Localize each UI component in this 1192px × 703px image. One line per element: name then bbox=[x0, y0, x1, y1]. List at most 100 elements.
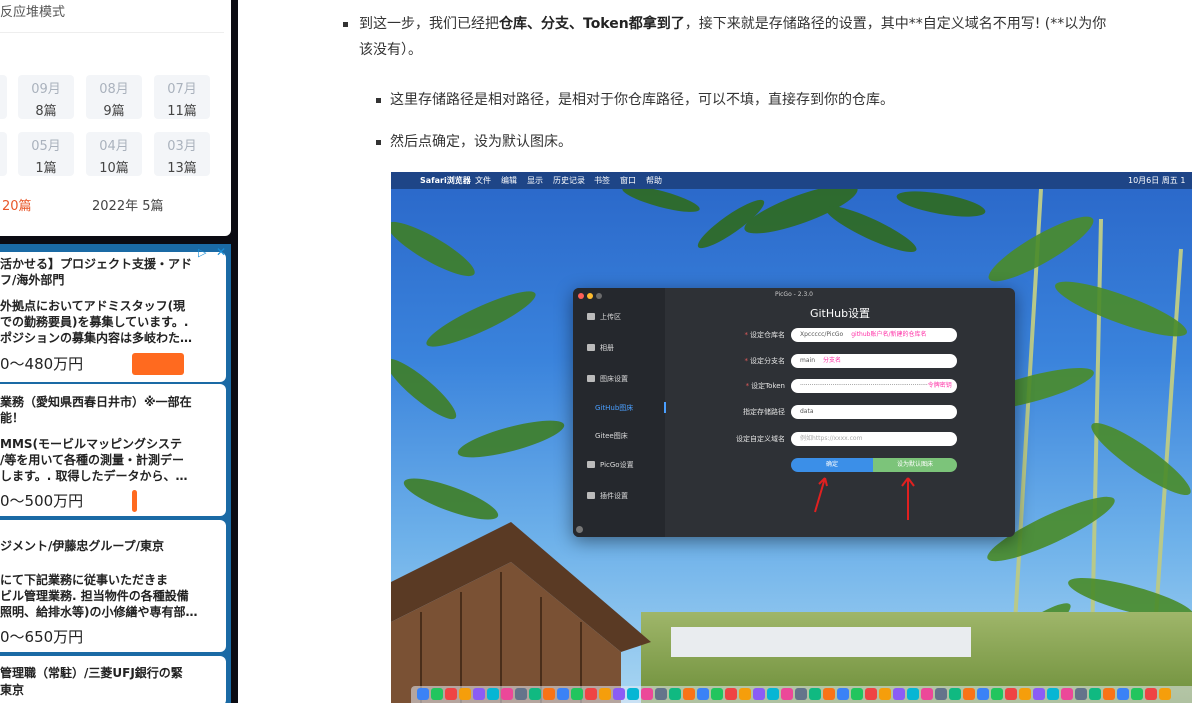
dock-app-icon[interactable] bbox=[1117, 688, 1129, 700]
dock-app-icon[interactable] bbox=[431, 688, 443, 700]
dock-app-icon[interactable] bbox=[1047, 688, 1059, 700]
dock-app-icon[interactable] bbox=[585, 688, 597, 700]
ad-card[interactable]: 管理職（常駐）/三菱UFJ銀行の緊 東京 bbox=[0, 656, 226, 703]
dock-app-icon[interactable] bbox=[963, 688, 975, 700]
archive-month-cell-partial[interactable] bbox=[0, 75, 7, 119]
menu-clock[interactable]: 10月6日 周五 1 bbox=[1128, 175, 1185, 186]
ad-title[interactable]: 業務（愛知県西春日井市）※一部在 bbox=[0, 394, 192, 410]
branch-input[interactable]: main 分支名 bbox=[791, 354, 957, 368]
set-default-picbed-button[interactable]: 设为默认图床 bbox=[873, 458, 957, 472]
menu-item[interactable]: 历史记录 bbox=[553, 175, 585, 186]
info-icon[interactable] bbox=[576, 526, 583, 533]
dock-app-icon[interactable] bbox=[683, 688, 695, 700]
dock-app-icon[interactable] bbox=[1005, 688, 1017, 700]
menu-app-name[interactable]: Safari浏览器 bbox=[420, 175, 471, 186]
custom-domain-input[interactable]: 例如https://xxxx.com bbox=[791, 432, 957, 446]
dock-app-icon[interactable] bbox=[711, 688, 723, 700]
menu-item[interactable]: 显示 bbox=[527, 175, 543, 186]
dock-app-icon[interactable] bbox=[739, 688, 751, 700]
dock-app-icon[interactable] bbox=[949, 688, 961, 700]
ad-title[interactable]: ジメント/伊藤忠グループ/東京 bbox=[0, 538, 164, 554]
menu-item[interactable]: 书签 bbox=[594, 175, 610, 186]
nav-upload[interactable]: 上传区 bbox=[587, 312, 621, 322]
token-input[interactable]: ········································… bbox=[791, 379, 957, 393]
archive-month-cell-partial[interactable] bbox=[0, 132, 7, 176]
dock-app-icon[interactable] bbox=[613, 688, 625, 700]
ad-title[interactable]: 能！ bbox=[0, 410, 24, 426]
dock-app-icon[interactable] bbox=[473, 688, 485, 700]
close-ad-icon[interactable]: ✕ bbox=[216, 245, 226, 259]
dock-app-icon[interactable] bbox=[1061, 688, 1073, 700]
ad-card[interactable]: ジメント/伊藤忠グループ/東京 にて下記業務に従事いただきま ビル管理業務. 担… bbox=[0, 520, 226, 652]
archive-month-cell[interactable]: 03月 13篇 bbox=[154, 132, 210, 176]
dock-app-icon[interactable] bbox=[697, 688, 709, 700]
dock-app-icon[interactable] bbox=[641, 688, 653, 700]
dock-app-icon[interactable] bbox=[921, 688, 933, 700]
dock-app-icon[interactable] bbox=[753, 688, 765, 700]
menu-item[interactable]: 窗口 bbox=[620, 175, 636, 186]
dock-app-icon[interactable] bbox=[907, 688, 919, 700]
repo-input[interactable]: Xpccccc/PicGo github账户名/新建的仓库名 bbox=[791, 328, 957, 342]
archive-month-cell[interactable]: 09月 8篇 bbox=[18, 75, 74, 119]
ad-title[interactable]: フ/海外部門 bbox=[0, 272, 64, 288]
dock-app-icon[interactable] bbox=[851, 688, 863, 700]
archive-month-cell[interactable]: 07月 11篇 bbox=[154, 75, 210, 119]
dock-app-icon[interactable] bbox=[599, 688, 611, 700]
dock-app-icon[interactable] bbox=[557, 688, 569, 700]
nav-picgo-settings[interactable]: PicGo设置 bbox=[587, 460, 634, 470]
dock-app-icon[interactable] bbox=[1075, 688, 1087, 700]
dock-app-icon[interactable] bbox=[795, 688, 807, 700]
dock-app-icon[interactable] bbox=[977, 688, 989, 700]
archive-month-cell[interactable]: 08月 9篇 bbox=[86, 75, 142, 119]
archive-year-count-highlight[interactable]: 20篇 bbox=[2, 195, 32, 214]
adchoices-icon[interactable]: ▷ bbox=[198, 246, 206, 259]
ad-cta-button[interactable] bbox=[132, 490, 137, 512]
dock-app-icon[interactable] bbox=[515, 688, 527, 700]
nav-github-picbed[interactable]: GitHub图床 bbox=[595, 403, 633, 413]
dock-app-icon[interactable] bbox=[445, 688, 457, 700]
dock-app-icon[interactable] bbox=[991, 688, 1003, 700]
dock-app-icon[interactable] bbox=[669, 688, 681, 700]
dock-app-icon[interactable] bbox=[823, 688, 835, 700]
dock-app-icon[interactable] bbox=[1145, 688, 1157, 700]
ad-title[interactable]: 東京 bbox=[0, 682, 24, 698]
dock-app-icon[interactable] bbox=[865, 688, 877, 700]
ad-title[interactable]: 管理職（常駐）/三菱UFJ銀行の緊 bbox=[0, 665, 183, 681]
confirm-button[interactable]: 确定 bbox=[791, 458, 873, 472]
dock-app-icon[interactable] bbox=[1089, 688, 1101, 700]
ad-cta-button[interactable] bbox=[132, 353, 184, 375]
dock-app-icon[interactable] bbox=[571, 688, 583, 700]
nav-gitee-picbed[interactable]: Gitee图床 bbox=[595, 431, 628, 441]
dock-app-icon[interactable] bbox=[529, 688, 541, 700]
nav-gallery[interactable]: 相册 bbox=[587, 343, 614, 353]
dock-app-icon[interactable] bbox=[1131, 688, 1143, 700]
archive-month-cell[interactable]: 04月 10篇 bbox=[86, 132, 142, 176]
path-input[interactable]: data bbox=[791, 405, 957, 419]
dock-app-icon[interactable] bbox=[879, 688, 891, 700]
ad-card[interactable]: 業務（愛知県西春日井市）※一部在 能！ MMS(モービルマッピングシステ /等を… bbox=[0, 384, 226, 516]
menu-item[interactable]: 文件 bbox=[475, 175, 491, 186]
menu-item[interactable]: 帮助 bbox=[646, 175, 662, 186]
dock-app-icon[interactable] bbox=[1103, 688, 1115, 700]
dock-app-icon[interactable] bbox=[935, 688, 947, 700]
dock-app-icon[interactable] bbox=[417, 688, 429, 700]
dock-app-icon[interactable] bbox=[893, 688, 905, 700]
ad-card[interactable]: 活かせる】プロジェクト支援・アド フ/海外部門 外拠点においてアドミスタッフ(現… bbox=[0, 252, 226, 382]
dock-app-icon[interactable] bbox=[1033, 688, 1045, 700]
ad-title[interactable]: 活かせる】プロジェクト支援・アド bbox=[0, 256, 192, 272]
dock-app-icon[interactable] bbox=[487, 688, 499, 700]
dock-app-icon[interactable] bbox=[655, 688, 667, 700]
nav-plugin-settings[interactable]: 插件设置 bbox=[587, 491, 628, 501]
dock-app-icon[interactable] bbox=[1019, 688, 1031, 700]
dock-app-icon[interactable] bbox=[501, 688, 513, 700]
nav-picbed-settings[interactable]: 图床设置 bbox=[587, 374, 628, 384]
archive-year-2022[interactable]: 2022年 5篇 bbox=[92, 195, 164, 214]
dock-app-icon[interactable] bbox=[767, 688, 779, 700]
dock-app-icon[interactable] bbox=[725, 688, 737, 700]
dock-app-icon[interactable] bbox=[837, 688, 849, 700]
menu-item[interactable]: 编辑 bbox=[501, 175, 517, 186]
dock-app-icon[interactable] bbox=[543, 688, 555, 700]
dock-app-icon[interactable] bbox=[781, 688, 793, 700]
dock-app-icon[interactable] bbox=[627, 688, 639, 700]
dock-app-icon[interactable] bbox=[1159, 688, 1171, 700]
